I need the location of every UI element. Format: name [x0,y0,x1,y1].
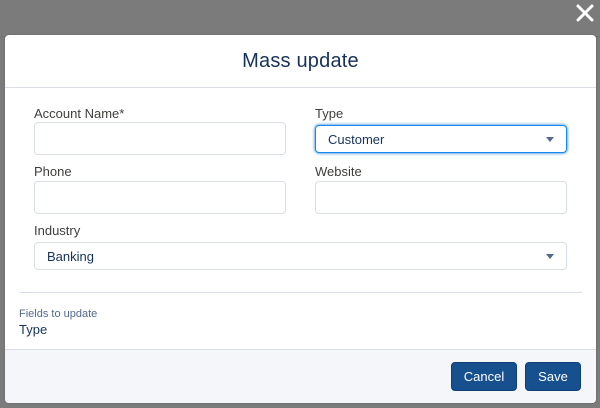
chevron-down-icon [546,136,554,142]
account-name-label: Account Name* [34,106,125,121]
website-label: Website [315,164,362,179]
mass-update-modal: Mass update Account Name* Type Customer … [5,35,596,403]
phone-input[interactable] [34,181,286,214]
modal-footer: Cancel Save [5,349,596,403]
chevron-down-icon [546,253,554,259]
fields-to-update-value: Type [19,322,48,337]
cancel-button[interactable]: Cancel [451,362,517,391]
account-name-input[interactable] [34,122,286,155]
phone-label: Phone [34,164,72,179]
section-divider [19,292,582,293]
industry-label: Industry [34,223,81,238]
modal-body: Account Name* Type Customer Phone Websit… [5,88,596,350]
type-label: Type [315,106,344,121]
close-icon [576,4,594,22]
website-input[interactable] [315,181,567,214]
type-select-value: Customer [328,131,385,147]
modal-title: Mass update [242,49,359,72]
industry-select-value: Banking [47,248,94,264]
industry-select[interactable]: Banking [34,242,567,270]
save-button[interactable]: Save [525,362,581,391]
type-select[interactable]: Customer [315,125,567,153]
fields-to-update-caption: Fields to update [19,308,98,320]
modal-header: Mass update [5,35,596,88]
close-button[interactable] [574,2,596,24]
